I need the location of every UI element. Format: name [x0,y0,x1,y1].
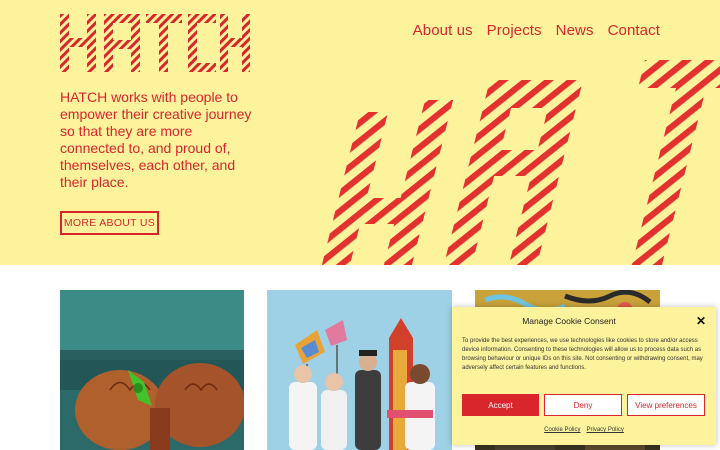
cookie-policy-link[interactable]: Cookie Policy [544,427,580,433]
cookie-title: Manage Cookie Consent [522,316,616,326]
hatch-hero-graphic [320,60,720,265]
privacy-policy-link[interactable]: Privacy Policy [587,427,624,433]
nav-about-us[interactable]: About us [413,22,473,39]
costumed-performers-photo [267,290,452,450]
cookie-consent-dialog: Manage Cookie Consent ✕ To provide the b… [452,307,716,445]
close-icon[interactable]: ✕ [696,314,706,328]
view-preferences-button[interactable]: View preferences [627,394,705,416]
project-card-2[interactable] [267,290,452,450]
hands-painting-photo [60,290,244,450]
hero-tagline: HATCH works with people to empower their… [60,89,252,190]
project-card-1[interactable] [60,290,244,450]
cookie-links: Cookie Policy Privacy Policy [452,427,716,433]
main-nav: About us Projects News Contact [413,22,660,39]
cookie-text: To provide the best experiences, we use … [462,338,703,371]
accept-button[interactable]: Accept [462,394,539,416]
nav-contact[interactable]: Contact [608,22,660,39]
nav-projects[interactable]: Projects [487,22,542,39]
hero-section: About us Projects News Contact HATCH wor… [0,0,720,265]
hatch-logo[interactable] [60,14,250,72]
nav-news[interactable]: News [556,22,594,39]
deny-button[interactable]: Deny [544,394,622,416]
more-about-us-button[interactable]: MORE ABOUT US [60,211,159,235]
